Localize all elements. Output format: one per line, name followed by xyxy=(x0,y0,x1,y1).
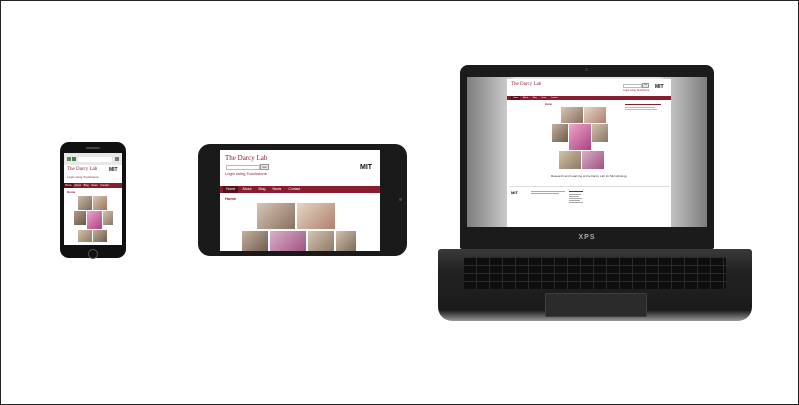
photo-4 xyxy=(569,124,591,150)
site-title: The Darcy Lab xyxy=(225,154,268,162)
nav-item-home[interactable]: Home xyxy=(223,186,239,193)
laptop-lid: The Darcy Lab Go MIT Login using Touchst… xyxy=(460,65,714,249)
nav-item-about[interactable]: About xyxy=(239,186,254,193)
login-link[interactable]: Login using Touchstone xyxy=(225,171,267,176)
nav-item-home[interactable]: Home xyxy=(64,183,73,188)
site-title: The Darcy Lab xyxy=(67,167,98,172)
mit-logo: MIT xyxy=(360,164,373,171)
photo-5 xyxy=(103,211,113,225)
laptop-website: The Darcy Lab Go MIT Login using Touchst… xyxy=(507,79,671,227)
photo-1 xyxy=(561,107,583,123)
photo-1 xyxy=(78,196,92,210)
footer-text-line xyxy=(569,202,583,203)
nav-item-blog[interactable]: Blog xyxy=(531,96,539,100)
nav-item-contact[interactable]: Contact xyxy=(99,183,110,188)
footer-mit-logo: MIT xyxy=(511,190,518,195)
laptop-base xyxy=(438,249,752,321)
search-input[interactable] xyxy=(226,165,260,170)
sidebar-text-line xyxy=(625,107,655,108)
nav-item-contact[interactable]: Contact xyxy=(549,96,560,100)
phone-url-field[interactable] xyxy=(78,157,112,162)
footer-text-line xyxy=(531,193,559,194)
photo-6 xyxy=(559,151,581,169)
go-button[interactable]: Go xyxy=(260,164,269,170)
nav-bar: Home About Blog News Contact xyxy=(220,186,380,193)
photo-5 xyxy=(308,231,334,251)
laptop-keyboard xyxy=(464,257,726,289)
footer-text-line xyxy=(569,200,580,201)
photo-3 xyxy=(74,211,86,225)
footer-divider xyxy=(509,186,669,187)
photo-4 xyxy=(270,231,306,251)
photo-3 xyxy=(242,231,268,251)
site-title: The Darcy Lab xyxy=(511,82,542,87)
phone-screen: The Darcy Lab MIT Login using Touchstone… xyxy=(64,153,122,245)
photo-6 xyxy=(336,231,356,251)
photo-7 xyxy=(582,151,604,169)
tablet-device: The Darcy Lab Go MIT Login using Touchst… xyxy=(198,144,407,256)
camera-icon xyxy=(585,68,588,71)
nav-item-blog[interactable]: Blog xyxy=(255,186,268,193)
nav-item-contact[interactable]: Contact xyxy=(285,186,303,193)
photo-1 xyxy=(257,203,295,229)
sidebar-heading xyxy=(625,104,661,105)
laptop-trackpad[interactable] xyxy=(545,293,647,317)
phone-device: The Darcy Lab MIT Login using Touchstone… xyxy=(60,142,126,259)
sidebar-text-line xyxy=(625,109,657,110)
phone-browser-bar xyxy=(64,153,122,165)
nav-bar: Home About Blog News Contact xyxy=(507,96,671,100)
photo-2 xyxy=(584,107,606,123)
nav-item-about[interactable]: About xyxy=(73,183,82,188)
tagline: Research and Learning at the Darcy Lab f… xyxy=(550,174,628,178)
page-heading: Home xyxy=(67,190,76,194)
footer-text-line xyxy=(531,191,565,192)
photo-2 xyxy=(93,196,107,210)
login-link[interactable]: Login using Touchstone xyxy=(67,175,98,179)
footer-text-line xyxy=(569,194,581,195)
canvas-frame: The Darcy Lab MIT Login using Touchstone… xyxy=(0,0,799,405)
nav-item-news[interactable]: News xyxy=(269,186,284,193)
photo-3 xyxy=(552,124,568,142)
nav-item-about[interactable]: About xyxy=(521,96,530,100)
tablet-screen: The Darcy Lab Go MIT Login using Touchst… xyxy=(220,150,380,251)
nav-item-home[interactable]: Home xyxy=(511,96,521,100)
back-icon[interactable] xyxy=(67,157,71,161)
mit-logo: MIT xyxy=(655,84,664,90)
photo-6 xyxy=(78,230,92,242)
nav-item-news[interactable]: News xyxy=(539,96,548,100)
photo-4 xyxy=(87,211,102,229)
nav-bar: Home About Blog News Contact xyxy=(64,183,122,188)
photo-2 xyxy=(297,203,335,229)
footer-text-line xyxy=(569,196,579,197)
photo-5 xyxy=(592,124,608,142)
lock-icon xyxy=(72,157,76,161)
go-button[interactable]: Go xyxy=(642,83,649,88)
speaker-icon xyxy=(86,147,100,149)
mit-logo: MIT xyxy=(109,167,118,173)
footer-heading xyxy=(569,191,583,192)
laptop-brand: XPS xyxy=(578,234,596,241)
nav-item-blog[interactable]: Blog xyxy=(83,183,90,188)
phone-home-button-icon[interactable] xyxy=(88,249,98,259)
photo-7 xyxy=(93,230,107,242)
nav-item-news[interactable]: News xyxy=(90,183,98,188)
login-link[interactable]: Login using Touchstone xyxy=(623,89,649,92)
menu-icon[interactable] xyxy=(115,157,119,161)
footer-text-line xyxy=(569,198,582,199)
laptop-screen: The Darcy Lab Go MIT Login using Touchst… xyxy=(467,77,707,227)
camera-icon xyxy=(399,198,402,201)
page-heading: Home xyxy=(225,196,237,201)
search-input[interactable] xyxy=(623,84,642,88)
page-heading: Home xyxy=(545,103,552,106)
